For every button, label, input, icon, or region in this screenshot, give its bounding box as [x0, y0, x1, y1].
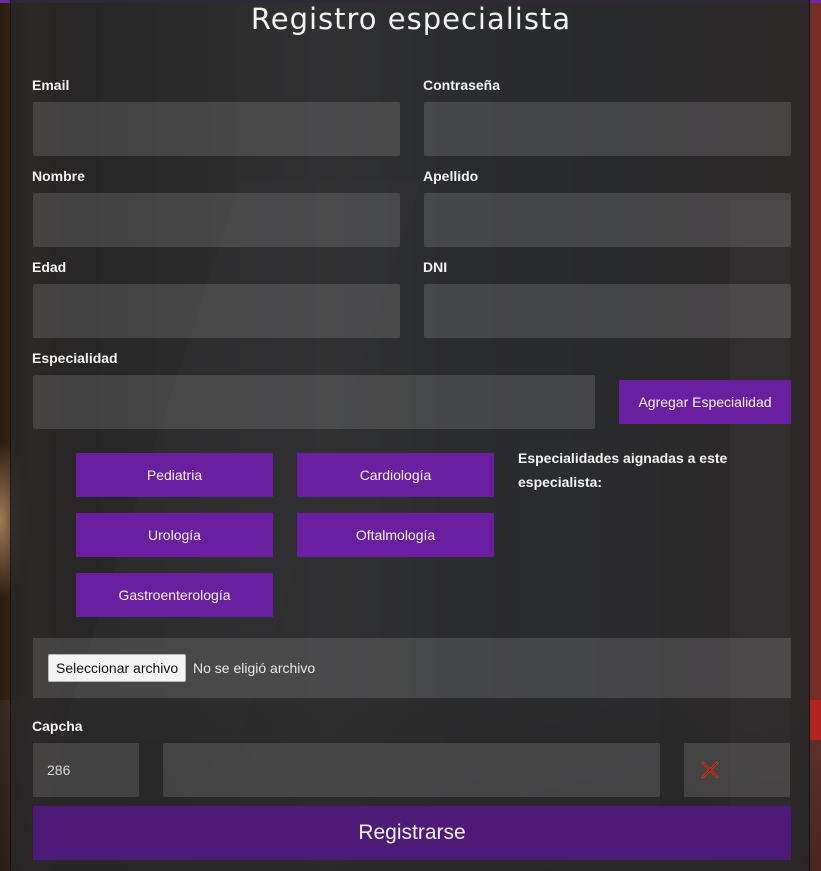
first-name-field[interactable]	[33, 193, 400, 247]
register-button[interactable]: Registrarse	[33, 806, 791, 860]
last-name-field[interactable]	[424, 193, 791, 247]
specialty-button-oftalmologia[interactable]: Oftalmología	[297, 513, 494, 557]
specialty-label: Especialidad	[32, 350, 118, 366]
captcha-status	[684, 743, 790, 797]
choose-file-button[interactable]: Seleccionar archivo	[48, 654, 187, 682]
captcha-code: 286	[33, 743, 139, 797]
email-label: Email	[32, 77, 70, 93]
specialty-field[interactable]	[33, 375, 595, 429]
add-specialty-button[interactable]: Agregar Especialidad	[619, 380, 791, 424]
age-field[interactable]	[33, 284, 400, 338]
captcha-input[interactable]	[163, 743, 660, 797]
file-upload: Seleccionar archivo No se eligió archivo	[33, 638, 791, 698]
assigned-specialties-note: Especialidades aignadas a este especiali…	[518, 450, 728, 490]
specialty-button-urologia[interactable]: Urología	[76, 513, 273, 557]
password-label: Contraseña	[423, 77, 501, 93]
specialty-button-gastroenterologia[interactable]: Gastroenterología	[76, 573, 273, 617]
dni-field[interactable]	[424, 284, 791, 338]
form-title: Registro especialista	[250, 2, 572, 36]
password-field[interactable]	[424, 102, 791, 156]
specialty-button-pediatria[interactable]: Pediatria	[76, 453, 273, 497]
first-name-label: Nombre	[32, 168, 85, 184]
registration-form: Registro especialista Email Contraseña N…	[10, 0, 810, 871]
close-icon	[701, 761, 719, 779]
specialty-button-cardiologia[interactable]: Cardiología	[297, 453, 494, 497]
email-field[interactable]	[33, 102, 400, 156]
last-name-label: Apellido	[423, 168, 479, 184]
dni-label: DNI	[423, 259, 448, 275]
captcha-label: Capcha	[32, 718, 83, 734]
file-status: No se eligió archivo	[193, 660, 316, 676]
age-label: Edad	[32, 259, 67, 275]
